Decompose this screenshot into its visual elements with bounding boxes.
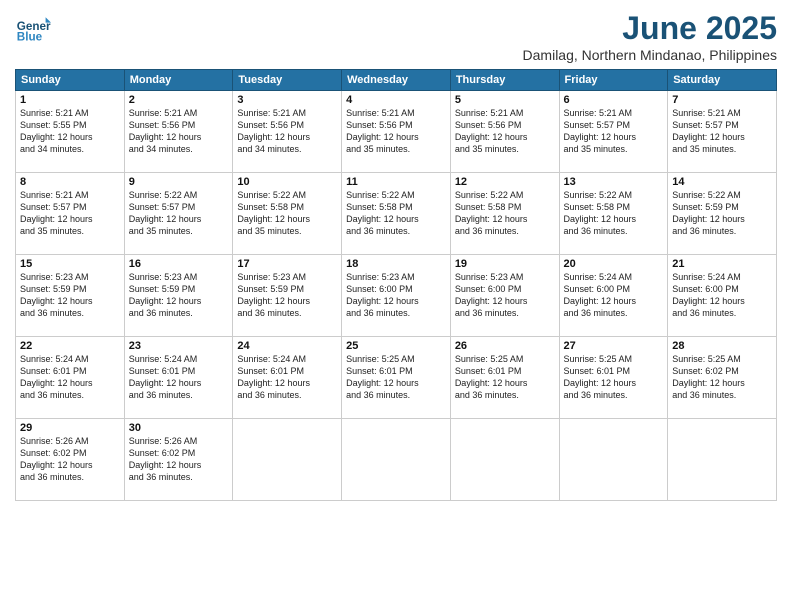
header: General Blue June 2025 Damilag, Northern…: [15, 10, 777, 63]
month-title: June 2025: [523, 10, 777, 47]
day-10: 10 Sunrise: 5:22 AMSunset: 5:58 PMDaylig…: [233, 173, 342, 255]
week-row-3: 15 Sunrise: 5:23 AMSunset: 5:59 PMDaylig…: [16, 255, 777, 337]
day-20: 20 Sunrise: 5:24 AMSunset: 6:00 PMDaylig…: [559, 255, 668, 337]
col-thursday: Thursday: [450, 70, 559, 91]
day-13: 13 Sunrise: 5:22 AMSunset: 5:58 PMDaylig…: [559, 173, 668, 255]
week-row-1: 1 Sunrise: 5:21 AMSunset: 5:55 PMDayligh…: [16, 91, 777, 173]
title-block: June 2025 Damilag, Northern Mindanao, Ph…: [523, 10, 777, 63]
day-12: 12 Sunrise: 5:22 AMSunset: 5:58 PMDaylig…: [450, 173, 559, 255]
col-monday: Monday: [124, 70, 233, 91]
day-3: 3 Sunrise: 5:21 AMSunset: 5:56 PMDayligh…: [233, 91, 342, 173]
day-15: 15 Sunrise: 5:23 AMSunset: 5:59 PMDaylig…: [16, 255, 125, 337]
page: General Blue June 2025 Damilag, Northern…: [0, 0, 792, 612]
col-friday: Friday: [559, 70, 668, 91]
logo: General Blue: [15, 10, 51, 46]
day-27: 27 Sunrise: 5:25 AMSunset: 6:01 PMDaylig…: [559, 337, 668, 419]
day-empty-1: [233, 419, 342, 501]
day-22: 22 Sunrise: 5:24 AMSunset: 6:01 PMDaylig…: [16, 337, 125, 419]
col-saturday: Saturday: [668, 70, 777, 91]
week-row-4: 22 Sunrise: 5:24 AMSunset: 6:01 PMDaylig…: [16, 337, 777, 419]
day-5: 5 Sunrise: 5:21 AMSunset: 5:56 PMDayligh…: [450, 91, 559, 173]
day-17: 17 Sunrise: 5:23 AMSunset: 5:59 PMDaylig…: [233, 255, 342, 337]
day-30: 30 Sunrise: 5:26 AMSunset: 6:02 PMDaylig…: [124, 419, 233, 501]
day-11: 11 Sunrise: 5:22 AMSunset: 5:58 PMDaylig…: [342, 173, 451, 255]
day-29: 29 Sunrise: 5:26 AMSunset: 6:02 PMDaylig…: [16, 419, 125, 501]
day-empty-3: [450, 419, 559, 501]
day-9: 9 Sunrise: 5:22 AMSunset: 5:57 PMDayligh…: [124, 173, 233, 255]
day-23: 23 Sunrise: 5:24 AMSunset: 6:01 PMDaylig…: [124, 337, 233, 419]
day-25: 25 Sunrise: 5:25 AMSunset: 6:01 PMDaylig…: [342, 337, 451, 419]
day-19: 19 Sunrise: 5:23 AMSunset: 6:00 PMDaylig…: [450, 255, 559, 337]
day-14: 14 Sunrise: 5:22 AMSunset: 5:59 PMDaylig…: [668, 173, 777, 255]
logo-icon: General Blue: [15, 10, 51, 46]
week-row-2: 8 Sunrise: 5:21 AMSunset: 5:57 PMDayligh…: [16, 173, 777, 255]
week-row-5: 29 Sunrise: 5:26 AMSunset: 6:02 PMDaylig…: [16, 419, 777, 501]
calendar: Sunday Monday Tuesday Wednesday Thursday…: [15, 69, 777, 501]
day-24: 24 Sunrise: 5:24 AMSunset: 6:01 PMDaylig…: [233, 337, 342, 419]
day-empty-4: [559, 419, 668, 501]
col-wednesday: Wednesday: [342, 70, 451, 91]
day-21: 21 Sunrise: 5:24 AMSunset: 6:00 PMDaylig…: [668, 255, 777, 337]
col-tuesday: Tuesday: [233, 70, 342, 91]
day-empty-2: [342, 419, 451, 501]
day-16: 16 Sunrise: 5:23 AMSunset: 5:59 PMDaylig…: [124, 255, 233, 337]
svg-text:Blue: Blue: [17, 31, 43, 44]
day-1: 1 Sunrise: 5:21 AMSunset: 5:55 PMDayligh…: [16, 91, 125, 173]
day-8: 8 Sunrise: 5:21 AMSunset: 5:57 PMDayligh…: [16, 173, 125, 255]
day-2: 2 Sunrise: 5:21 AMSunset: 5:56 PMDayligh…: [124, 91, 233, 173]
day-7: 7 Sunrise: 5:21 AMSunset: 5:57 PMDayligh…: [668, 91, 777, 173]
col-sunday: Sunday: [16, 70, 125, 91]
day-6: 6 Sunrise: 5:21 AMSunset: 5:57 PMDayligh…: [559, 91, 668, 173]
subtitle: Damilag, Northern Mindanao, Philippines: [523, 47, 777, 63]
day-26: 26 Sunrise: 5:25 AMSunset: 6:01 PMDaylig…: [450, 337, 559, 419]
day-4: 4 Sunrise: 5:21 AMSunset: 5:56 PMDayligh…: [342, 91, 451, 173]
day-empty-5: [668, 419, 777, 501]
day-28: 28 Sunrise: 5:25 AMSunset: 6:02 PMDaylig…: [668, 337, 777, 419]
day-18: 18 Sunrise: 5:23 AMSunset: 6:00 PMDaylig…: [342, 255, 451, 337]
